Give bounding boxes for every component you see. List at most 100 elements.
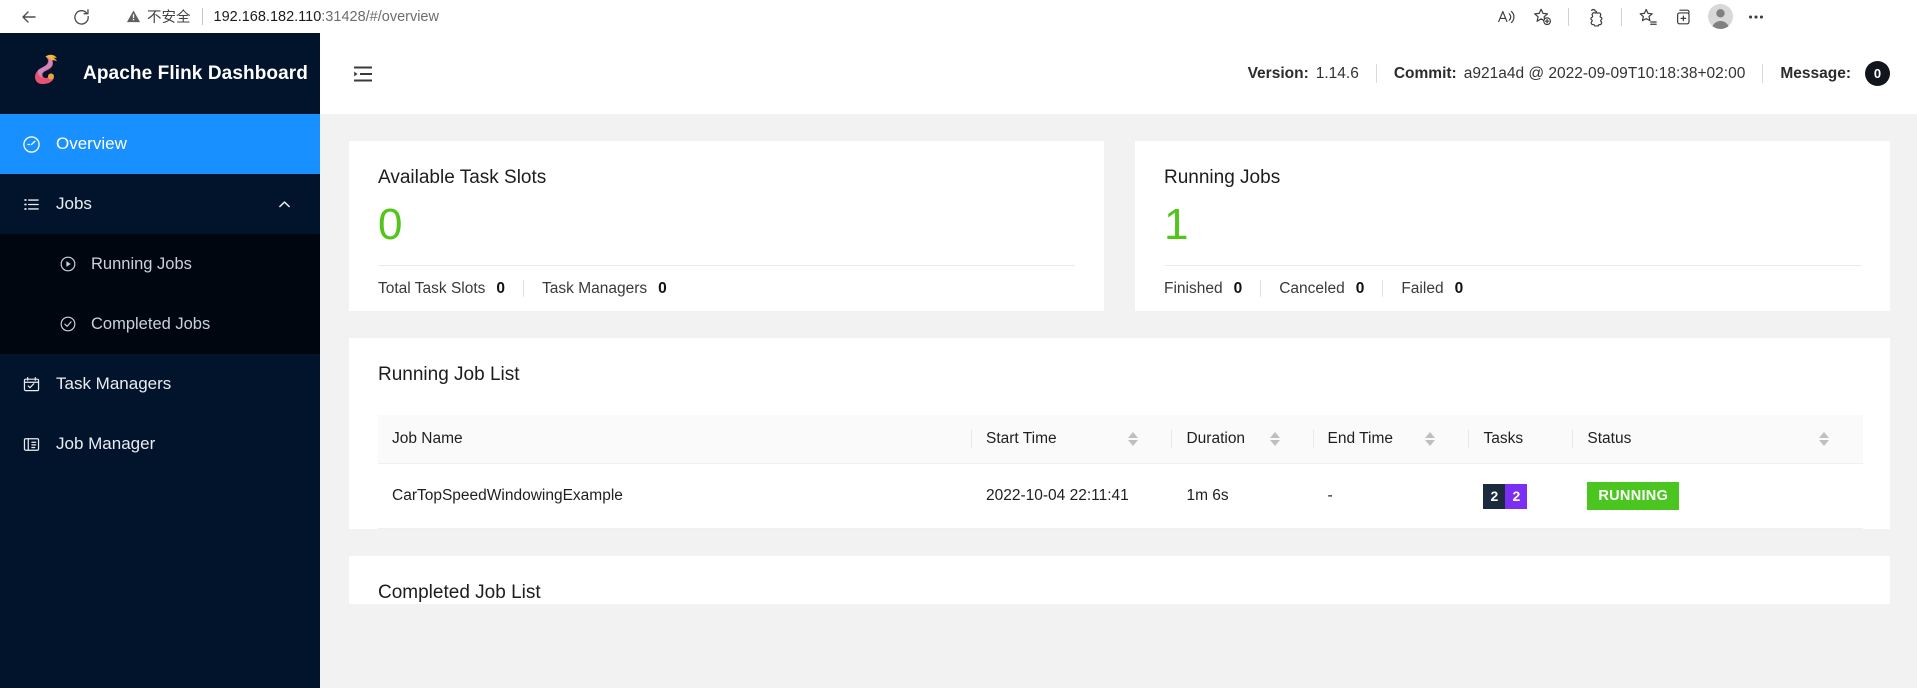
check-circle-icon <box>58 315 78 333</box>
card-footer-running-jobs: Finished 0 Canceled 0 Failed 0 <box>1164 265 1861 311</box>
footer-failed: Failed 0 <box>1401 280 1463 298</box>
col-label-job-name: Job Name <box>392 430 463 447</box>
footer-value-finished: 0 <box>1233 279 1243 297</box>
sidebar-sublabel-running-jobs: Running Jobs <box>91 254 192 273</box>
security-label: 不安全 <box>147 10 191 26</box>
footer-value-failed: 0 <box>1454 279 1464 297</box>
message-count-badge[interactable]: 0 <box>1865 61 1890 86</box>
sidebar-item-label-job-manager: Job Manager <box>56 434 156 453</box>
cell-status: RUNNING <box>1573 463 1863 529</box>
sort-arrows-duration[interactable] <box>1269 432 1280 446</box>
footer-value-canceled: 0 <box>1355 279 1365 297</box>
sidebar: Apache Flink Dashboard Overview Jobs Run… <box>0 33 320 688</box>
profile-avatar[interactable] <box>1704 2 1736 32</box>
sidebar-item-completed-jobs[interactable]: Completed Jobs <box>0 294 320 354</box>
sidebar-item-label-jobs: Jobs <box>56 194 92 213</box>
footer-divider-3 <box>1382 280 1384 297</box>
extensions-icon[interactable] <box>1579 2 1611 32</box>
url-host: 192.168.182.110 <box>213 8 322 25</box>
sidebar-item-label-task-managers: Task Managers <box>56 374 172 393</box>
flink-squirrel-logo <box>28 51 68 96</box>
col-end-time[interactable]: End Time <box>1313 415 1470 464</box>
col-label-status: Status <box>1587 430 1632 447</box>
summary-cards: Available Task Slots 0 Total Task Slots … <box>349 141 1890 311</box>
url-text[interactable]: 192.168.182.110:31428/#/overview <box>214 9 439 25</box>
footer-value-task-managers: 0 <box>658 279 667 297</box>
cell-duration: 1m 6s <box>1172 463 1314 529</box>
sidebar-item-task-managers[interactable]: Task Managers <box>0 354 320 414</box>
card-title-running-jobs: Running Jobs <box>1164 167 1281 188</box>
footer-label-total-task-slots: Total Task Slots <box>378 279 486 297</box>
collections-icon[interactable] <box>1668 2 1700 32</box>
col-job-name[interactable]: Job Name <box>378 415 972 464</box>
favorites-icon[interactable] <box>1632 2 1664 32</box>
panel-title-running-jobs: Running Job List <box>378 364 520 385</box>
panel-title-completed-jobs: Completed Job List <box>378 582 541 603</box>
cell-start-time: 2022-10-04 22:11:41 <box>972 463 1173 529</box>
message-label: Message: <box>1780 64 1851 82</box>
footer-canceled: Canceled 0 <box>1279 280 1364 298</box>
sidebar-sublabel-completed-jobs: Completed Jobs <box>91 314 211 333</box>
footer-finished: Finished 0 <box>1164 280 1242 298</box>
add-favorite-icon[interactable] <box>1526 2 1558 32</box>
task-badge-created: 2 <box>1483 483 1506 509</box>
address-bar[interactable]: 不安全 192.168.182.110:31428/#/overview <box>116 2 1490 31</box>
browser-toolbar-actions <box>1490 2 1782 32</box>
security-indicator[interactable]: 不安全 <box>126 6 191 27</box>
menu-fold-icon[interactable] <box>350 61 376 87</box>
version-label: Version: <box>1247 64 1309 82</box>
sidebar-item-job-manager[interactable]: Job Manager <box>0 414 320 474</box>
col-label-tasks: Tasks <box>1483 430 1524 447</box>
warning-triangle-icon <box>126 9 141 24</box>
table-row[interactable]: CarTopSpeedWindowingExample 2022-10-04 2… <box>378 463 1863 529</box>
card-value-task-slots: 0 <box>378 200 403 249</box>
col-label-start-time: Start Time <box>986 430 1057 447</box>
footer-label-task-managers: Task Managers <box>542 279 648 297</box>
back-arrow-icon[interactable] <box>14 2 44 32</box>
table-header-row: Job Name Start Time Duration End Time Ta… <box>378 415 1863 464</box>
dashboard-icon <box>20 135 42 154</box>
footer-label-canceled: Canceled <box>1279 279 1345 297</box>
header-info: Version: 1.14.6 Commit: a921a4d @ 2022-0… <box>1248 61 1890 86</box>
card-value-running-jobs: 1 <box>1164 200 1189 249</box>
header-divider-2 <box>1762 64 1764 83</box>
footer-divider-2 <box>1260 280 1262 297</box>
completed-job-list-panel: Completed Job List <box>349 556 1890 604</box>
footer-label-failed: Failed <box>1401 279 1444 297</box>
sort-arrows-end-time[interactable] <box>1425 432 1436 446</box>
footer-total-task-slots: Total Task Slots 0 <box>378 280 505 298</box>
sidebar-item-running-jobs[interactable]: Running Jobs <box>0 234 320 294</box>
chevron-up-icon[interactable] <box>277 197 292 212</box>
brand-header[interactable]: Apache Flink Dashboard <box>0 33 320 114</box>
sort-arrows-start-time[interactable] <box>1128 432 1139 446</box>
card-available-task-slots: Available Task Slots 0 Total Task Slots … <box>349 141 1104 311</box>
read-aloud-icon[interactable] <box>1490 2 1522 32</box>
col-status[interactable]: Status <box>1573 415 1863 464</box>
col-label-end-time: End Time <box>1327 430 1394 447</box>
task-badge-running: 2 <box>1505 483 1528 509</box>
version-value: 1.14.6 <box>1315 64 1359 82</box>
sort-arrows-status[interactable] <box>1819 432 1829 446</box>
footer-value-total-task-slots: 0 <box>496 279 506 297</box>
col-start-time[interactable]: Start Time <box>972 415 1173 464</box>
running-jobs-table: Job Name Start Time Duration End Time Ta… <box>378 415 1863 529</box>
task-managers-icon <box>20 375 42 394</box>
cell-job-name[interactable]: CarTopSpeedWindowingExample <box>378 463 972 529</box>
job-manager-icon <box>20 435 42 454</box>
reload-icon[interactable] <box>66 2 96 32</box>
commit-label: Commit: <box>1393 64 1457 82</box>
col-duration[interactable]: Duration <box>1172 415 1314 464</box>
play-circle-icon <box>58 255 78 273</box>
cell-tasks: 2 2 <box>1469 463 1574 529</box>
browser-nav-buttons <box>0 2 96 32</box>
settings-more-icon[interactable] <box>1740 2 1772 32</box>
col-tasks[interactable]: Tasks <box>1469 415 1574 464</box>
status-badge: RUNNING <box>1587 482 1680 510</box>
footer-task-managers: Task Managers 0 <box>542 280 667 298</box>
app-root: Apache Flink Dashboard Overview Jobs Run… <box>0 33 1917 688</box>
sidebar-item-overview[interactable]: Overview <box>0 114 320 174</box>
list-icon <box>20 195 42 214</box>
sidebar-item-jobs[interactable]: Jobs <box>0 174 320 234</box>
toolbar-divider-2 <box>1621 7 1622 26</box>
footer-divider-1 <box>523 280 525 297</box>
